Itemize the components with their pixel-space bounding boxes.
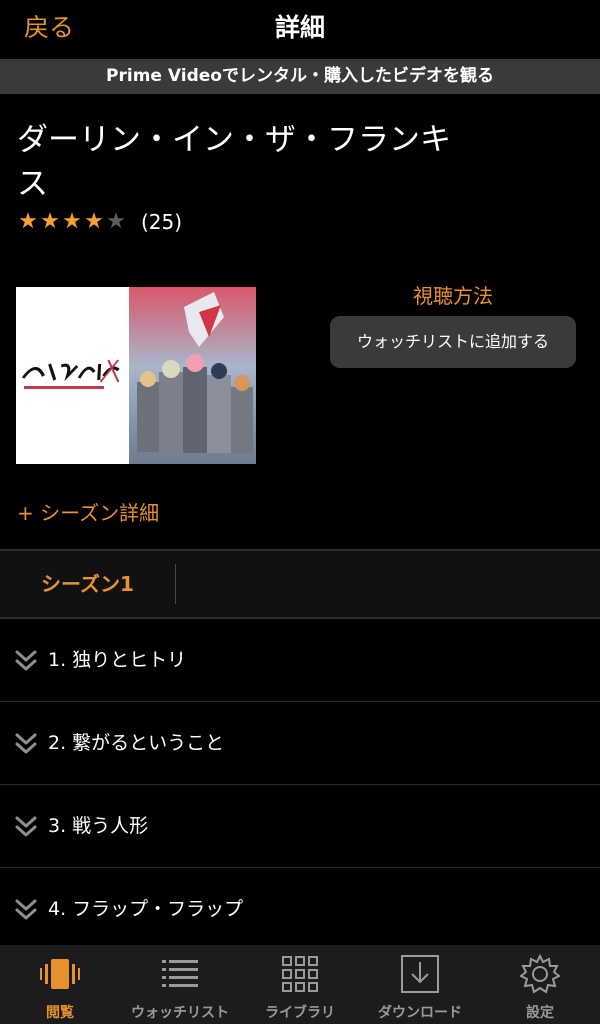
show-title: ダーリン・イン・ザ・フランキス bbox=[17, 122, 451, 202]
cover-logo-underline bbox=[24, 386, 104, 389]
tab-label: ライブラリ bbox=[265, 1005, 335, 1021]
star-icon: ★ bbox=[84, 209, 104, 234]
episode-title: 1. 独りとヒトリ bbox=[48, 649, 187, 671]
tab-season-1[interactable]: シーズン1 bbox=[0, 551, 175, 617]
rating-count: (25) bbox=[141, 210, 183, 234]
chevron-down-icon bbox=[15, 733, 37, 754]
episode-row[interactable]: 1. 独りとヒトリ bbox=[0, 619, 600, 701]
rating: ★ ★ ★ ★ ★ (25) bbox=[17, 208, 182, 236]
tab-library[interactable]: ライブラリ bbox=[240, 945, 360, 1024]
list-icon bbox=[162, 960, 198, 987]
star-icon: ★ bbox=[18, 209, 38, 234]
page-title: 詳細 bbox=[274, 13, 325, 42]
episode-title: 4. フラップ・フラップ bbox=[48, 898, 244, 920]
navigation-bar: 戻る 詳細 bbox=[0, 0, 600, 58]
star-rating: ★ ★ ★ ★ ★ bbox=[17, 208, 127, 236]
tab-downloads[interactable]: ダウンロード bbox=[360, 945, 480, 1024]
prime-video-banner[interactable]: Prime Videoでレンタル・購入したビデオを観る bbox=[0, 59, 600, 94]
tab-label: 設定 bbox=[526, 1005, 554, 1021]
star-icon: ★ bbox=[106, 209, 126, 234]
tab-label: ウォッチリスト bbox=[131, 1005, 229, 1021]
add-to-watchlist-button[interactable]: ウォッチリストに追加する bbox=[330, 316, 576, 368]
chevron-down-icon bbox=[15, 650, 37, 671]
gear-icon bbox=[520, 954, 560, 994]
browse-icon bbox=[40, 959, 80, 989]
season-details-toggle[interactable]: + シーズン詳細 bbox=[17, 497, 159, 526]
star-icon: ★ bbox=[62, 209, 82, 234]
cover-logo-panel bbox=[16, 287, 129, 464]
season-tab-bar: シーズン1 bbox=[0, 551, 600, 617]
chevron-down-icon bbox=[15, 816, 37, 837]
tab-label: 閲覧 bbox=[46, 1005, 74, 1021]
download-icon bbox=[401, 955, 439, 993]
cover-image bbox=[16, 287, 256, 464]
cover-artwork bbox=[129, 287, 256, 464]
episode-row[interactable]: 3. 戦う人形 bbox=[0, 785, 600, 867]
bottom-tab-bar: 閲覧 ウォッチリスト ライブラリ ダウンロード 設定 bbox=[0, 945, 600, 1024]
tab-separator bbox=[175, 564, 176, 604]
episode-title: 3. 戦う人形 bbox=[48, 815, 149, 837]
cover-logo bbox=[17, 358, 126, 388]
tab-browse[interactable]: 閲覧 bbox=[0, 945, 120, 1024]
episode-title: 2. 繋がるということ bbox=[48, 732, 225, 754]
grid-icon bbox=[282, 956, 318, 992]
tab-watchlist[interactable]: ウォッチリスト bbox=[120, 945, 240, 1024]
tab-settings[interactable]: 設定 bbox=[480, 945, 600, 1024]
chevron-down-icon bbox=[15, 899, 37, 920]
star-icon: ★ bbox=[40, 209, 60, 234]
episode-row[interactable]: 2. 繋がるということ bbox=[0, 702, 600, 784]
episode-row[interactable]: 4. フラップ・フラップ bbox=[0, 868, 600, 950]
watch-method-label[interactable]: 視聴方法 bbox=[330, 280, 576, 309]
tab-label: ダウンロード bbox=[378, 1005, 462, 1021]
